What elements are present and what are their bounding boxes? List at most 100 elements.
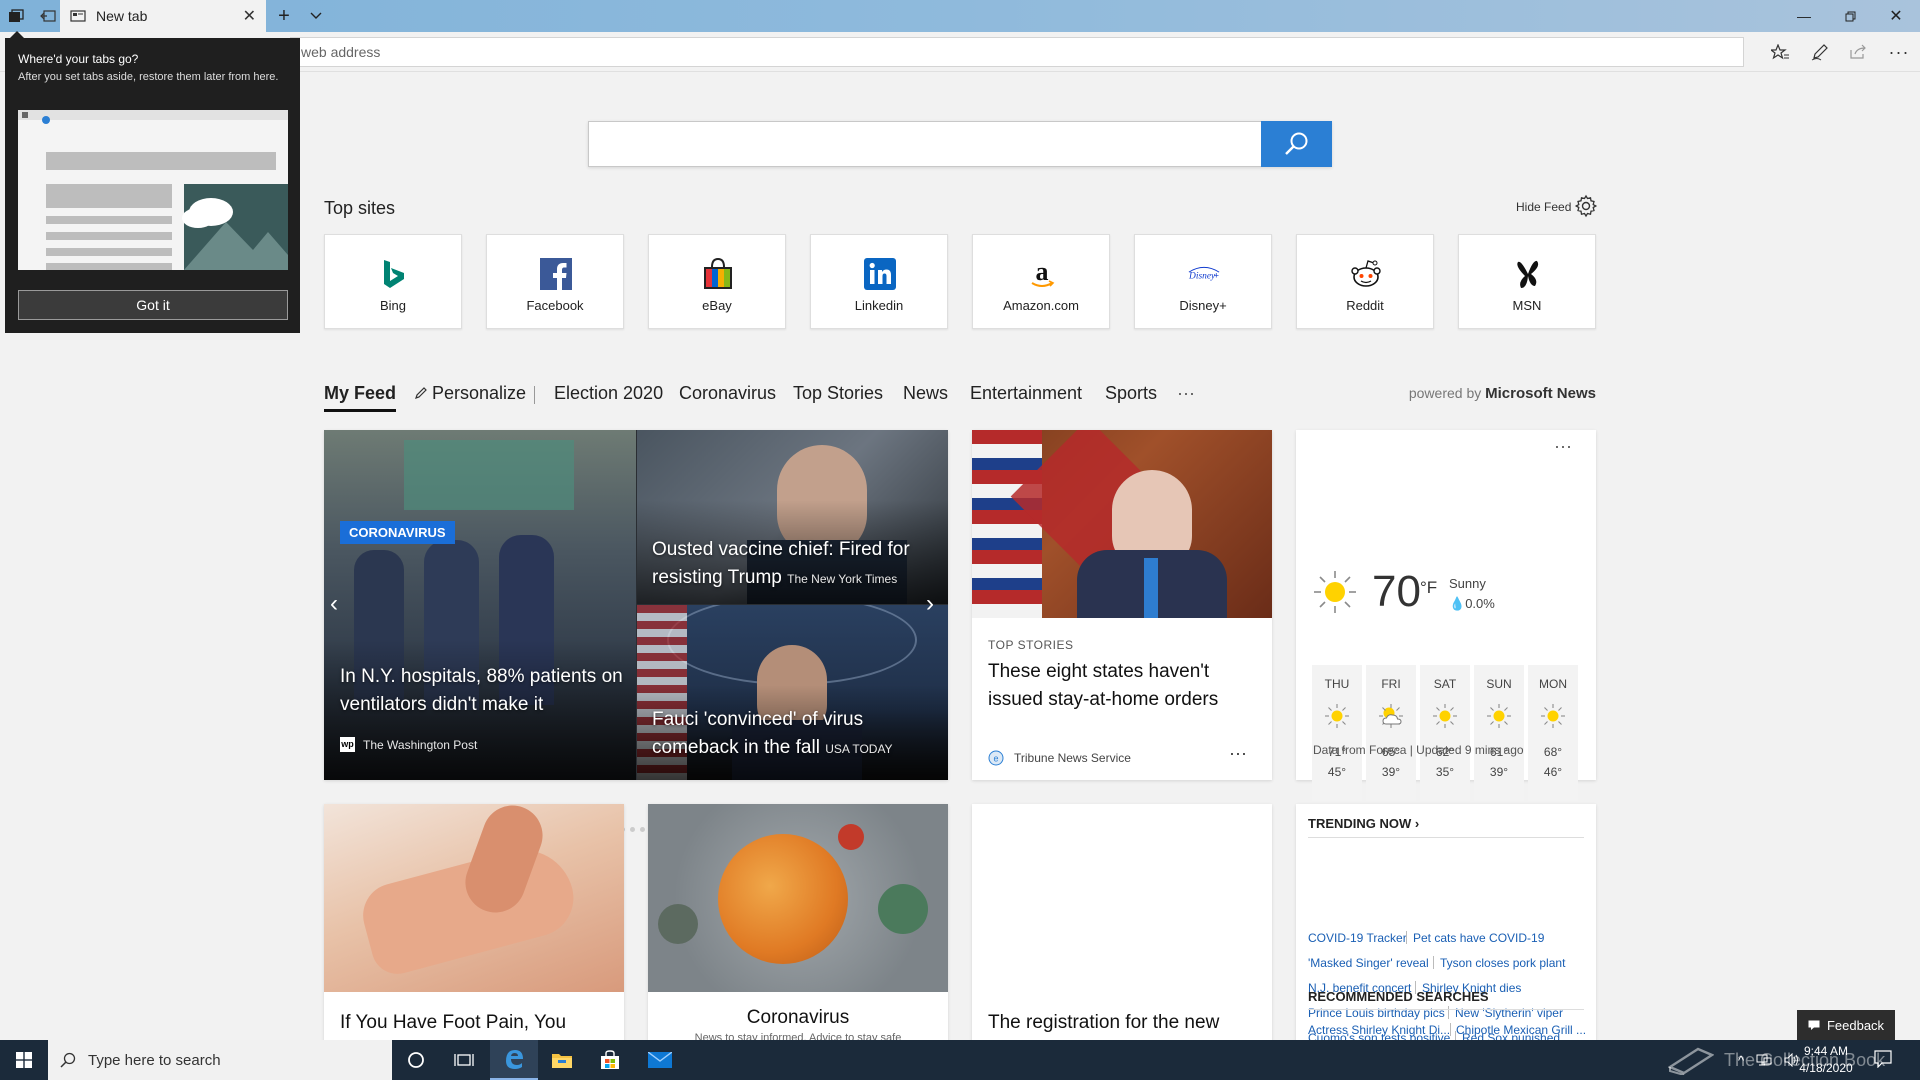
tab-more[interactable]: ··· [1177,383,1195,404]
tab-title: New tab [96,8,148,24]
top-site-reddit[interactable]: Reddit [1296,234,1434,329]
top-site-facebook[interactable]: Facebook [486,234,624,329]
registration-card[interactable]: The registration for the new [972,804,1272,1040]
tab-new-tab[interactable]: New tab ✕ [60,0,266,32]
forecast-high: 68° [1543,745,1563,759]
address-bar[interactable]: web address [290,37,1744,67]
recommended-heading: RECOMMENDED SEARCHES [1308,989,1489,1004]
tab-divider [534,386,535,404]
tab-coronavirus[interactable]: Coronavirus [679,383,776,404]
store-button[interactable] [586,1040,634,1080]
feedback-button[interactable]: Feedback [1797,1010,1895,1040]
hero-left-image[interactable]: In N.Y. hospitals, 88% patients on venti… [324,430,636,780]
carousel-dot[interactable] [640,827,645,832]
restore-button[interactable] [1827,0,1873,32]
carousel-next-icon[interactable]: › [926,590,934,618]
tip-title: Where'd your tabs go? [18,52,139,66]
coronavirus-title[interactable]: Coronavirus [648,1007,948,1029]
top-site-disney-plus[interactable]: Disney + Disney+ [1134,234,1272,329]
trending-card: TRENDING NOW › [1296,804,1596,1040]
link-separator [1448,1006,1449,1019]
tab-sports[interactable]: Sports [1105,383,1157,404]
top-story-card[interactable]: TOP STORIES These eight states haven't i… [972,430,1272,780]
carousel-dot[interactable] [630,827,635,832]
book-logo-icon [1668,1047,1714,1075]
forecast-day-sun[interactable]: SUN 61° 39° [1474,665,1524,801]
forecast-day-sat[interactable]: SAT 62° 35° [1420,665,1470,801]
hero-right-top-image[interactable]: Ousted vaccine chief: Fired for resistin… [637,430,948,604]
tab-entertainment[interactable]: Entertainment [970,383,1082,404]
precipitation: 💧0.0% [1449,596,1495,611]
hero-right-bottom-image[interactable]: Fauci 'convinced' of virus comeback in t… [637,605,948,780]
top-site-linkedin[interactable]: Linkedin [810,234,948,329]
raindrop-icon: 💧 [1449,596,1466,611]
tab-my-feed[interactable]: My Feed [324,383,397,412]
trending-link[interactable]: 'Masked Singer' reveal [1308,956,1429,970]
story-headline[interactable]: These eight states haven't issued stay-a… [988,658,1258,714]
got-it-button[interactable]: Got it [18,290,288,320]
temp-unit[interactable]: °F [1420,578,1437,598]
top-site-amazon[interactable]: a Amazon.com [972,234,1110,329]
hero-right-top-title[interactable]: Ousted vaccine chief: Fired for resistin… [652,536,942,593]
task-view-button[interactable] [440,1040,488,1080]
close-tab-icon[interactable]: ✕ [243,6,256,26]
trending-heading[interactable]: TRENDING NOW › [1308,816,1419,831]
hero-right-bottom-title[interactable]: Fauci 'convinced' of virus comeback in t… [652,706,942,763]
coronavirus-card[interactable]: Coronavirus News to stay informed. Advic… [648,804,948,1040]
favorites-icon [1771,44,1789,60]
trending-link[interactable]: COVID-19 Tracker [1308,931,1407,945]
search-input[interactable] [588,121,1332,167]
search-button[interactable] [1261,121,1332,167]
hero-left-source: The Washington Post [363,737,478,752]
recommended-link[interactable]: Chipotle Mexican Grill ... [1456,1023,1586,1037]
cortana-button[interactable] [392,1040,440,1080]
tip-illustration [18,110,288,270]
registration-headline[interactable]: The registration for the new [988,1009,1268,1037]
foot-image[interactable] [324,804,624,992]
foot-pain-card[interactable]: If You Have Foot Pain, You [324,804,624,1040]
share-button[interactable] [1841,36,1875,68]
tab-news[interactable]: News [903,383,948,404]
tab-personalize[interactable]: Personalize [414,383,526,404]
forecast-day-mon[interactable]: MON 68° 46° [1528,665,1578,801]
top-story-image[interactable] [972,430,1272,618]
more-icon[interactable]: ··· [1229,743,1247,764]
trending-link[interactable]: Pet cats have COVID-19 [1413,931,1544,945]
edge-taskbar-button[interactable] [490,1040,538,1080]
top-site-bing[interactable]: Bing [324,234,462,329]
file-explorer-button[interactable] [538,1040,586,1080]
forecast-low: 45° [1327,765,1347,779]
settings-more-button[interactable]: ··· [1882,36,1916,68]
link-separator [1406,931,1407,944]
foot-pain-headline[interactable]: If You Have Foot Pain, You [340,1009,620,1037]
web-note-button[interactable] [1803,36,1837,68]
hide-feed-link[interactable]: Hide Feed [1516,200,1571,214]
taskbar-search-input[interactable]: Type here to search [48,1040,392,1080]
category-chip[interactable]: CORONAVIRUS [340,521,455,544]
tabs-aside-button[interactable] [0,0,32,32]
new-tab-button[interactable]: + [268,0,300,32]
minimize-button[interactable]: — [1781,0,1827,32]
edge-icon [506,1050,523,1069]
favorites-button[interactable] [1763,36,1797,68]
top-site-msn[interactable]: MSN [1458,234,1596,329]
forecast-day-fri[interactable]: FRI 65° 39° [1366,665,1416,801]
hero-carousel[interactable]: In N.Y. hospitals, 88% patients on venti… [324,430,948,780]
tab-preview-button[interactable] [300,0,332,32]
hero-left-title[interactable]: In N.Y. hospitals, 88% patients on venti… [340,663,630,719]
close-window-button[interactable]: ✕ [1873,0,1919,32]
more-icon[interactable]: ··· [1554,436,1572,457]
coronavirus-image[interactable] [648,804,948,992]
top-site-ebay[interactable]: eBay [648,234,786,329]
forecast-day-thu[interactable]: THU 71° 45° [1312,665,1362,801]
recommended-link[interactable]: Actress Shirley Knight Di... [1308,1023,1450,1037]
tribune-logo-icon: e [988,750,1004,766]
tab-election-2020[interactable]: Election 2020 [554,383,663,404]
carousel-prev-icon[interactable]: ‹ [330,590,338,618]
disney-plus-icon: Disney+ [1188,266,1220,282]
trending-link[interactable]: Tyson closes pork plant [1440,956,1565,970]
mail-button[interactable] [636,1040,684,1080]
start-button[interactable] [0,1040,48,1080]
tab-top-stories[interactable]: Top Stories [793,383,883,404]
gear-icon[interactable] [1574,194,1598,218]
